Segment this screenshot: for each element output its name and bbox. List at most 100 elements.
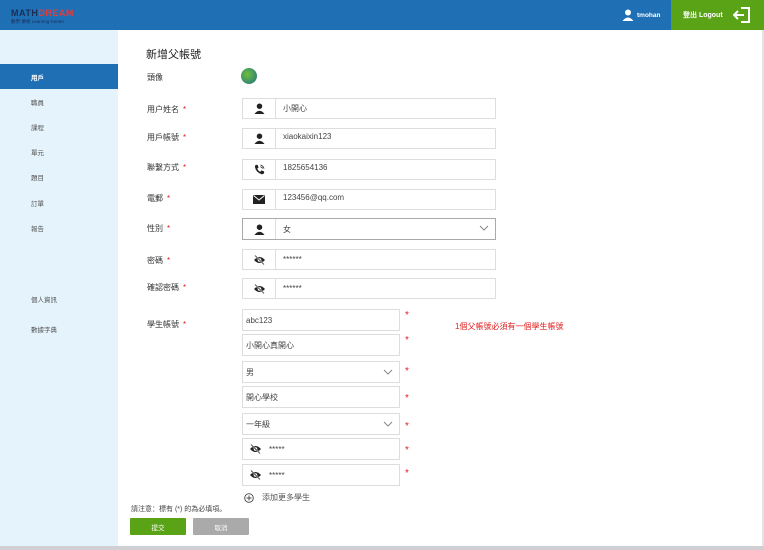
required-mark: * xyxy=(405,335,409,346)
password-label: 密碼 * xyxy=(147,255,170,266)
student-gender-select[interactable]: 男 xyxy=(242,361,400,383)
contact-field[interactable]: 1825654136 xyxy=(242,159,496,180)
student-account-input[interactable]: abc123 xyxy=(242,309,400,331)
contact-label-text: 聯繫方式 xyxy=(147,163,179,172)
email-value: 123456@qq.com xyxy=(283,193,345,202)
student-account-label: 學生帳號 * xyxy=(147,319,186,330)
eye-off-icon[interactable] xyxy=(249,444,262,454)
email-field[interactable]: 123456@qq.com xyxy=(242,189,496,210)
logout-label: 登出 Logout xyxy=(683,12,723,19)
avatar-label: 頭像 xyxy=(147,73,163,82)
email-label-text: 電郵 xyxy=(147,194,163,203)
required-mark: * xyxy=(405,445,409,456)
sidebar-item-questions[interactable]: 題目 xyxy=(0,164,118,189)
sidebar-item-users[interactable]: 用戶 xyxy=(0,64,118,89)
bottom-scrollbar[interactable] xyxy=(0,546,764,550)
account-label: 用戶帳號 * xyxy=(147,132,186,143)
user-icon xyxy=(622,9,634,21)
submit-button[interactable]: 提交 xyxy=(130,518,186,535)
add-more-students-button[interactable]: 添加更多學生 xyxy=(244,492,310,503)
confirm-password-field[interactable]: ****** xyxy=(242,278,496,299)
top-header: MATHDREAM 數學·夢想 Learning Center tmohan 登… xyxy=(0,0,764,30)
required-mark: * xyxy=(405,468,409,479)
sidebar-item-dictionary[interactable]: 數據字典 xyxy=(0,316,118,341)
gender-label: 性別 * xyxy=(147,223,170,234)
required-mark: * xyxy=(405,310,409,321)
sidebar-item-reports[interactable]: 報告 xyxy=(0,215,118,240)
required-mark: * xyxy=(405,366,409,377)
required-mark: * xyxy=(183,320,187,329)
required-mark: * xyxy=(183,133,187,142)
avatar[interactable] xyxy=(241,68,257,84)
logout-icon xyxy=(733,7,750,23)
sidebar-item-profile[interactable]: 個人資訊 xyxy=(0,286,118,311)
user-icon xyxy=(253,223,265,235)
user-icon xyxy=(253,103,265,114)
student-name-input[interactable]: 小開心真開心 xyxy=(242,334,400,356)
required-mark: * xyxy=(167,194,171,203)
gender-value: 女 xyxy=(283,224,291,234)
add-more-label: 添加更多學生 xyxy=(262,493,310,502)
eye-off-icon[interactable] xyxy=(249,470,262,480)
password-label-text: 密碼 xyxy=(147,256,163,265)
confirm-password-label-text: 確認密碼 xyxy=(147,283,179,292)
student-password-value: ***** xyxy=(269,444,285,454)
student-grade-select[interactable]: 一年級 xyxy=(242,413,400,435)
username-text: tmohan xyxy=(637,11,661,19)
chevron-down-icon xyxy=(383,369,393,375)
required-mark: * xyxy=(405,421,409,432)
required-mark: * xyxy=(405,393,409,404)
required-fields-note: 請注意：標有 (*) 的為必填項。 xyxy=(131,506,227,513)
name-value: 小開心 xyxy=(283,104,307,113)
mail-icon xyxy=(253,195,265,204)
student-gender-value: 男 xyxy=(246,367,254,377)
required-mark: * xyxy=(167,224,171,233)
toggle-password-visibility[interactable] xyxy=(243,250,276,269)
required-mark: * xyxy=(183,283,187,292)
password-field[interactable]: ****** xyxy=(242,249,496,270)
student-account-label-text: 學生帳號 xyxy=(147,320,179,329)
password-value: ****** xyxy=(283,255,302,264)
logout-button[interactable]: 登出 Logout xyxy=(671,0,764,30)
main-content: 新增父帳號 頭像 用户姓名 * 小開心 用戶帳號 * xiaokaixin123 聯… xyxy=(118,30,764,546)
required-mark: * xyxy=(167,256,171,265)
student-password-input[interactable]: ***** xyxy=(242,438,400,460)
page-title: 新增父帳號 xyxy=(146,49,201,61)
user-icon xyxy=(253,133,265,144)
phone-icon xyxy=(254,164,264,175)
sidebar-item-orders[interactable]: 訂單 xyxy=(0,190,118,215)
toggle-confirm-password-visibility[interactable] xyxy=(243,279,276,298)
gender-select[interactable]: 女 xyxy=(242,218,496,240)
math-dream-logo[interactable]: MATHDREAM 數學·夢想 Learning Center xyxy=(11,8,101,24)
sidebar-item-staff[interactable]: 職員 xyxy=(0,89,118,114)
account-field[interactable]: xiaokaixin123 xyxy=(242,128,496,149)
confirm-password-value: ****** xyxy=(283,284,302,293)
account-label-text: 用戶帳號 xyxy=(147,133,179,142)
student-grade-value: 一年級 xyxy=(246,419,270,429)
sidebar-item-courses[interactable]: 課程 xyxy=(0,114,118,139)
sidebar-item-units[interactable]: 單元 xyxy=(0,139,118,164)
name-label: 用户姓名 * xyxy=(147,104,186,115)
confirm-password-label: 確認密碼 * xyxy=(147,282,186,293)
name-label-text: 用户姓名 xyxy=(147,105,179,114)
gender-label-text: 性別 xyxy=(147,224,163,233)
eye-off-icon xyxy=(253,283,265,294)
contact-value: 1825654136 xyxy=(283,163,328,172)
account-value: xiaokaixin123 xyxy=(283,132,332,141)
logo-text-math: MATH xyxy=(11,8,39,18)
sidebar: 用戶 職員 課程 單元 題目 訂單 報告 個人資訊 數據字典 xyxy=(0,30,118,546)
name-field[interactable]: 小開心 xyxy=(242,98,496,119)
cancel-button[interactable]: 取消 xyxy=(193,518,249,535)
required-mark: * xyxy=(183,105,187,114)
student-school-input[interactable]: 開心學校 xyxy=(242,386,400,408)
chevron-down-icon xyxy=(479,225,489,231)
logo-subtitle: 數學·夢想 Learning Center xyxy=(11,19,65,24)
email-label: 電郵 * xyxy=(147,193,170,204)
required-mark: * xyxy=(183,163,187,172)
chevron-down-icon xyxy=(383,421,393,427)
student-confirm-password-input[interactable]: ***** xyxy=(242,464,400,486)
current-user[interactable]: tmohan xyxy=(622,8,660,22)
student-confirm-password-value: ***** xyxy=(269,470,285,480)
plus-circle-icon xyxy=(244,492,254,503)
contact-label: 聯繫方式 * xyxy=(147,162,186,173)
